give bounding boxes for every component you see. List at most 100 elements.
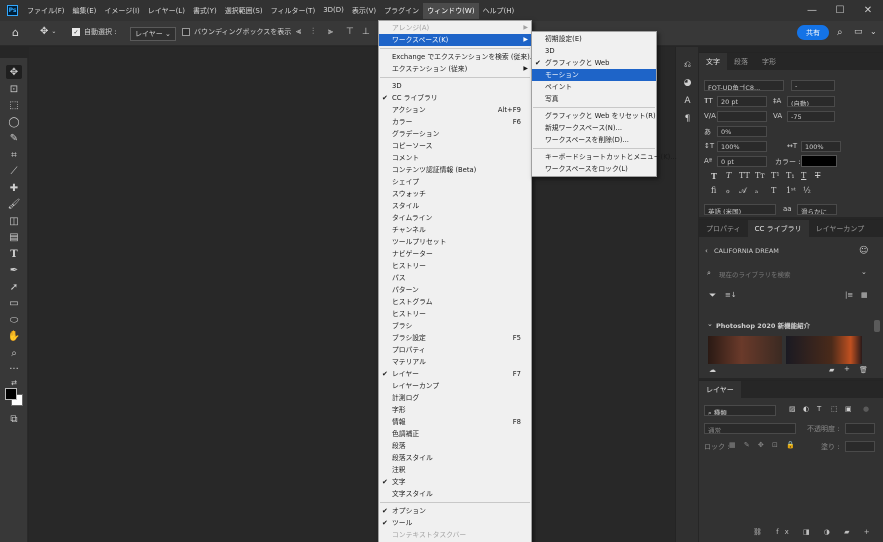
library-sort-icon[interactable]: ≡↓ bbox=[725, 291, 737, 299]
workspace-menu-item[interactable]: ワークスペースを削除(D)... bbox=[532, 134, 656, 146]
window-menu-item[interactable]: カラー F6 bbox=[379, 116, 531, 128]
library-thumbnail[interactable] bbox=[786, 336, 862, 364]
antialias-dropdown[interactable]: 滑らかに bbox=[797, 204, 837, 215]
more-tools-icon[interactable]: ··· bbox=[6, 362, 22, 376]
blend-mode-dropdown[interactable]: 通常 bbox=[704, 423, 796, 434]
window-menu-item[interactable]: ナビゲーター bbox=[379, 248, 531, 260]
superscript-icon[interactable]: T¹ bbox=[771, 171, 780, 180]
language-dropdown[interactable]: 英語 (米国) bbox=[704, 204, 776, 215]
healing-brush-tool-icon[interactable]: ✚ bbox=[6, 181, 22, 195]
workspace-menu-item[interactable]: キーボードショートカットとメニュー(K)... bbox=[532, 151, 677, 163]
window-menu-item[interactable]: ワークスペース(K) ▶ bbox=[379, 34, 531, 46]
opentype-titling-icon[interactable]: T bbox=[771, 186, 776, 195]
rectangle-tool-icon[interactable]: ▭ bbox=[6, 296, 22, 310]
window-menu-item[interactable]: 計測ログ bbox=[379, 392, 531, 404]
window-menu-item[interactable]: 段落スタイル bbox=[379, 452, 531, 464]
section-chevron-icon[interactable]: ⌄ bbox=[707, 320, 713, 328]
window-menu-item[interactable]: 情報 F8 bbox=[379, 416, 531, 428]
bounding-box-option[interactable]: バウンディングボックスを表示 bbox=[182, 27, 291, 37]
window-menu-item[interactable]: ヒストグラム bbox=[379, 296, 531, 308]
window-menu-item[interactable]: 色調補正 bbox=[379, 428, 531, 440]
library-search-input[interactable]: 現在のライブラリを検索 bbox=[719, 269, 791, 279]
leading-field[interactable]: (自動) bbox=[787, 96, 835, 107]
tracking-field[interactable]: -75 bbox=[787, 111, 835, 122]
library-delete-icon[interactable]: 🗑 bbox=[859, 366, 868, 374]
window-menu-item[interactable]: コンテンツ認証情報 (Beta) bbox=[379, 164, 531, 176]
panel-tab[interactable]: CC ライブラリ bbox=[747, 220, 809, 237]
subscript-icon[interactable]: T₁ bbox=[786, 171, 795, 180]
ellipse-tool-icon[interactable]: ⬭ bbox=[6, 313, 22, 327]
library-add-icon[interactable]: + bbox=[844, 365, 850, 373]
window-menu-item[interactable]: タイムライン bbox=[379, 212, 531, 224]
filter-type-icon[interactable]: T bbox=[817, 405, 821, 413]
window-menu-item[interactable]: スタイル bbox=[379, 200, 531, 212]
menu-item[interactable]: 書式(Y) bbox=[189, 3, 221, 19]
window-menu-item[interactable]: Exchange でエクステンションを検索 (従来)... bbox=[379, 51, 536, 63]
artboard-tool-icon[interactable]: ⊡ bbox=[6, 82, 22, 96]
window-menu-item[interactable]: 注釈 bbox=[379, 464, 531, 476]
move-tool-icon[interactable]: ✥ ⌄ bbox=[40, 26, 56, 37]
lock-icons[interactable]: ▦ ✎ ✥ ⊡ 🔒 bbox=[729, 441, 798, 449]
menu-item[interactable]: ヘルプ(H) bbox=[479, 3, 519, 19]
kerning-field[interactable] bbox=[717, 111, 767, 122]
tsume-field[interactable]: 0% bbox=[717, 126, 767, 137]
window-menu-item[interactable]: シェイプ bbox=[379, 176, 531, 188]
library-scrollbar[interactable] bbox=[874, 320, 880, 332]
window-menu-item[interactable]: アクション Alt+F9 bbox=[379, 104, 531, 116]
workspace-menu-item[interactable]: ✔ グラフィックと Web bbox=[532, 57, 656, 69]
hand-tool-icon[interactable]: ✋ bbox=[6, 329, 22, 343]
menu-item[interactable]: プラグイン bbox=[380, 3, 423, 19]
align-center-icon[interactable]: ⫶ bbox=[312, 27, 314, 37]
filter-adjust-icon[interactable]: ◐ bbox=[803, 405, 809, 413]
panel-tab[interactable]: 字形 bbox=[755, 53, 783, 70]
all-caps-icon[interactable]: TT bbox=[739, 171, 750, 180]
window-menu-item[interactable]: スウォッチ bbox=[379, 188, 531, 200]
paragraph-panel-icon[interactable]: ¶ bbox=[681, 113, 694, 125]
layer-select-dropdown[interactable]: レイヤー ⌄ bbox=[130, 27, 176, 41]
workspace-menu-item[interactable]: ペイント bbox=[532, 81, 656, 93]
align-middle-icon[interactable]: ⊥ bbox=[362, 27, 370, 37]
workspace-menu-item[interactable]: 3D bbox=[532, 45, 656, 57]
panel-tab[interactable]: 文字 bbox=[699, 53, 727, 70]
marquee-tool-icon[interactable]: ⬚ bbox=[6, 98, 22, 112]
window-menu-item[interactable]: ブラシ設定 F5 bbox=[379, 332, 531, 344]
window-menu-item[interactable]: ヒストリー bbox=[379, 308, 531, 320]
align-right-icon[interactable]: ⫸ bbox=[328, 27, 333, 37]
window-menu-item[interactable]: 段落 bbox=[379, 440, 531, 452]
align-left-icon[interactable]: ⫷ bbox=[296, 27, 301, 37]
menu-item[interactable]: 3D(D) bbox=[319, 3, 348, 19]
window-menu-item[interactable]: 文字スタイル bbox=[379, 488, 531, 500]
workspace-menu-item[interactable]: モーション bbox=[532, 69, 656, 81]
small-caps-icon[interactable]: Tт bbox=[755, 171, 765, 180]
filter-pixel-icon[interactable]: ▨ bbox=[789, 405, 796, 413]
menu-item[interactable]: レイヤー(L) bbox=[144, 3, 189, 19]
window-menu-item[interactable]: ✔ 文字 bbox=[379, 476, 531, 488]
window-menu-item[interactable]: 字形 bbox=[379, 404, 531, 416]
panel-tab[interactable]: レイヤー bbox=[699, 381, 741, 398]
lasso-tool-icon[interactable]: ◯ bbox=[6, 115, 22, 129]
window-menu-item[interactable]: ✔ オプション bbox=[379, 505, 531, 517]
color-panel-icon[interactable]: ◕ bbox=[681, 77, 694, 89]
opacity-field[interactable] bbox=[845, 423, 875, 434]
opentype-ordinal2-icon[interactable]: 1ˢᵗ bbox=[786, 186, 796, 195]
foreground-color-swatch[interactable] bbox=[5, 388, 17, 400]
back-chevron-icon[interactable]: ‹ bbox=[705, 247, 708, 255]
library-user-icon[interactable]: ☺ bbox=[859, 246, 868, 256]
window-menu-item[interactable]: 3D bbox=[379, 80, 531, 92]
panel-menu-icon[interactable]: ⌄ bbox=[870, 27, 877, 36]
fill-field[interactable] bbox=[845, 441, 875, 452]
window-menu-item[interactable]: ブラシ bbox=[379, 320, 531, 332]
auto-select-checkbox[interactable]: ✓ bbox=[72, 28, 80, 36]
font-style-field[interactable]: - bbox=[791, 80, 835, 91]
window-menu-item[interactable]: パターン bbox=[379, 284, 531, 296]
window-menu-item[interactable]: グラデーション bbox=[379, 128, 531, 140]
workspace-menu-item[interactable]: 新規ワークスペース(N)... bbox=[532, 122, 656, 134]
pen-tool-icon[interactable]: ✒ bbox=[6, 263, 22, 277]
font-family-field[interactable]: FOT-UD角ゴC8... bbox=[704, 80, 784, 91]
maximize-icon[interactable]: ☐ bbox=[826, 0, 854, 21]
filter-smart-icon[interactable]: ▣ bbox=[845, 405, 852, 413]
opentype-stylistic-icon[interactable]: ₐ bbox=[755, 186, 758, 195]
path-select-tool-icon[interactable]: ➚ bbox=[6, 280, 22, 294]
history-panel-icon[interactable]: ⎌ bbox=[681, 59, 694, 71]
opentype-ligature-icon[interactable]: ﬁ bbox=[711, 186, 716, 195]
